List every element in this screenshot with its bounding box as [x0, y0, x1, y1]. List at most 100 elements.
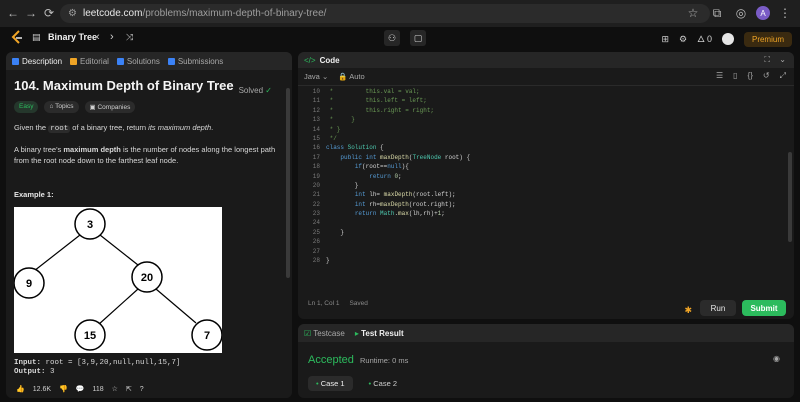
sync-icon[interactable]: ◎ [732, 4, 750, 22]
user-avatar[interactable] [721, 33, 734, 45]
problem-list-title[interactable]: Binary Tree [48, 32, 97, 42]
case-2-tab[interactable]: • Case 2 [361, 376, 406, 391]
desc1-end: . [211, 123, 214, 132]
description-scrollbar[interactable] [286, 88, 290, 278]
desc1-pre: Given the [14, 123, 49, 132]
input-value: root = [3,9,20,null,null,15,7] [45, 359, 181, 367]
tree-node-label: 20 [141, 272, 153, 284]
pass-dot-icon: • [368, 379, 372, 388]
line-number: 23 [312, 210, 320, 218]
fullscreen-icon[interactable]: ⛶ [764, 55, 770, 65]
settings-gear-icon[interactable]: ⚙ [679, 34, 687, 45]
problem-title[interactable]: 104. Maximum Depth of Binary Tree [14, 78, 276, 93]
code-line[interactable]: return Math.max(lh,rh)+1; [326, 209, 726, 218]
expand-icon[interactable]: ⤢ [780, 71, 786, 81]
problem-content: 104. Maximum Depth of Binary Tree Solved… [13, 78, 276, 376]
dislike-icon[interactable]: 👎 [59, 385, 68, 393]
reload-icon[interactable]: ⟳ [40, 4, 58, 22]
bookmark-icon[interactable]: ▯ [733, 71, 737, 81]
code-line[interactable]: * this.left = left; [326, 96, 726, 105]
reset-icon[interactable]: ↺ [763, 71, 770, 81]
tab-test-result[interactable]: ▸ Test Result [355, 329, 404, 338]
browser-menu-icon[interactable]: ⋮ [776, 4, 794, 22]
topics-chip[interactable]: ⌂ Topics [44, 101, 79, 113]
input-label: Input: [14, 359, 42, 367]
like-icon[interactable]: 👍 [16, 385, 25, 393]
code-panel-header: </> Code ⛶ ⌄ [298, 52, 794, 68]
solved-status: Solved ✓ [239, 86, 272, 95]
bug-report-icon[interactable]: ✱ [684, 305, 692, 316]
companies-chip[interactable]: ▣ Companies [84, 101, 136, 113]
tab-testcase[interactable]: ☑ Testcase [304, 329, 345, 338]
browser-profile-avatar[interactable]: A [756, 6, 770, 20]
code-line[interactable] [326, 247, 726, 256]
shuffle-icon[interactable]: ⤨ [126, 32, 133, 43]
code-line[interactable]: * this.right = right; [326, 106, 726, 115]
tab-description[interactable]: Description [12, 57, 62, 66]
favorite-star-icon[interactable]: ☆ [112, 385, 118, 393]
code-line[interactable]: * } [326, 125, 726, 134]
leetcode-logo-icon[interactable] [10, 30, 24, 46]
code-line[interactable]: } [326, 181, 726, 190]
back-icon[interactable]: ← [4, 4, 22, 22]
submit-button[interactable]: Submit [742, 300, 786, 316]
tree-node-label: 3 [87, 219, 93, 231]
note-icon[interactable]: ☰ [716, 71, 723, 81]
code-line[interactable]: int lh= maxDepth(root.left); [326, 190, 726, 199]
address-bar[interactable]: ⚙ leetcode.com/problems/maximum-depth-of… [60, 4, 710, 23]
forward-icon[interactable]: → [22, 4, 40, 22]
line-number: 24 [312, 219, 320, 227]
case-1-tab[interactable]: • Case 1 [308, 376, 353, 391]
eye-icon[interactable]: ◉ [773, 354, 780, 363]
help-icon[interactable]: ? [140, 386, 144, 393]
code-line[interactable] [326, 237, 726, 246]
extensions-icon[interactable]: ⧉ [708, 4, 726, 22]
code-line[interactable]: return 0; [326, 172, 726, 181]
language-select[interactable]: Java ⌄ [304, 72, 328, 81]
layout-icon[interactable]: ⊞ [661, 34, 669, 45]
case-2-label: Case 2 [373, 379, 397, 388]
tab-editorial[interactable]: Editorial [70, 57, 109, 66]
check-circle-icon: ✓ [265, 86, 272, 95]
like-count: 12.6K [32, 385, 52, 393]
run-button[interactable]: Run [700, 300, 736, 316]
mode-indicator[interactable]: 🔒 Auto [338, 72, 364, 81]
notes-icon[interactable]: ▢ [410, 30, 426, 46]
code-line[interactable]: * this.val = val; [326, 87, 726, 96]
difficulty-badge: Easy [14, 101, 39, 113]
code-line[interactable]: public int maxDepth(TreeNode root) { [326, 153, 726, 162]
next-problem-icon[interactable]: › [110, 31, 114, 43]
code-line[interactable]: */ [326, 134, 726, 143]
code-area[interactable]: * this.val = val; * this.left = left; * … [326, 87, 726, 265]
tab-testcase-label: Testcase [313, 328, 345, 338]
tab-solutions[interactable]: Solutions [116, 57, 160, 66]
description-panel: Description Editorial Solutions Submissi… [6, 52, 292, 398]
line-number: 16 [312, 144, 320, 152]
line-number: 12 [312, 106, 320, 114]
premium-button[interactable]: Premium [743, 31, 792, 47]
comment-icon[interactable]: 💬 [76, 385, 85, 393]
collapse-icon[interactable]: ⌄ [779, 55, 786, 64]
prev-problem-icon[interactable]: ‹ [96, 31, 100, 43]
code-line[interactable]: } [326, 256, 726, 265]
braces-icon[interactable]: {} [748, 71, 753, 81]
problem-list-icon[interactable]: ▤ [32, 32, 41, 43]
submissions-icon [167, 57, 175, 65]
code-line[interactable]: class Solution { [326, 143, 726, 152]
code-line[interactable]: int rh=maxDepth(root.right); [326, 200, 726, 209]
tab-submissions[interactable]: Submissions [167, 57, 223, 66]
edge-20-15 [97, 288, 139, 326]
code-line[interactable] [326, 218, 726, 227]
code-line[interactable]: * } [326, 115, 726, 124]
result-tabs: ☑ Testcase ▸ Test Result [298, 324, 794, 342]
code-line[interactable]: if(root==null){ [326, 162, 726, 171]
debug-icon[interactable]: ⚇ [384, 30, 400, 46]
line-number: 10 [312, 88, 320, 95]
description-paragraph-2: A binary tree's maximum depth is the num… [14, 144, 276, 166]
code-line[interactable]: } [326, 228, 726, 237]
editor-scrollbar[interactable] [788, 152, 792, 242]
streak-fire-icon[interactable]: 🜂 [697, 30, 705, 48]
site-info-icon[interactable]: ⚙ [68, 8, 77, 19]
share-icon[interactable]: ⇱ [126, 385, 132, 393]
bookmark-star-icon[interactable]: ☆ [684, 4, 702, 22]
